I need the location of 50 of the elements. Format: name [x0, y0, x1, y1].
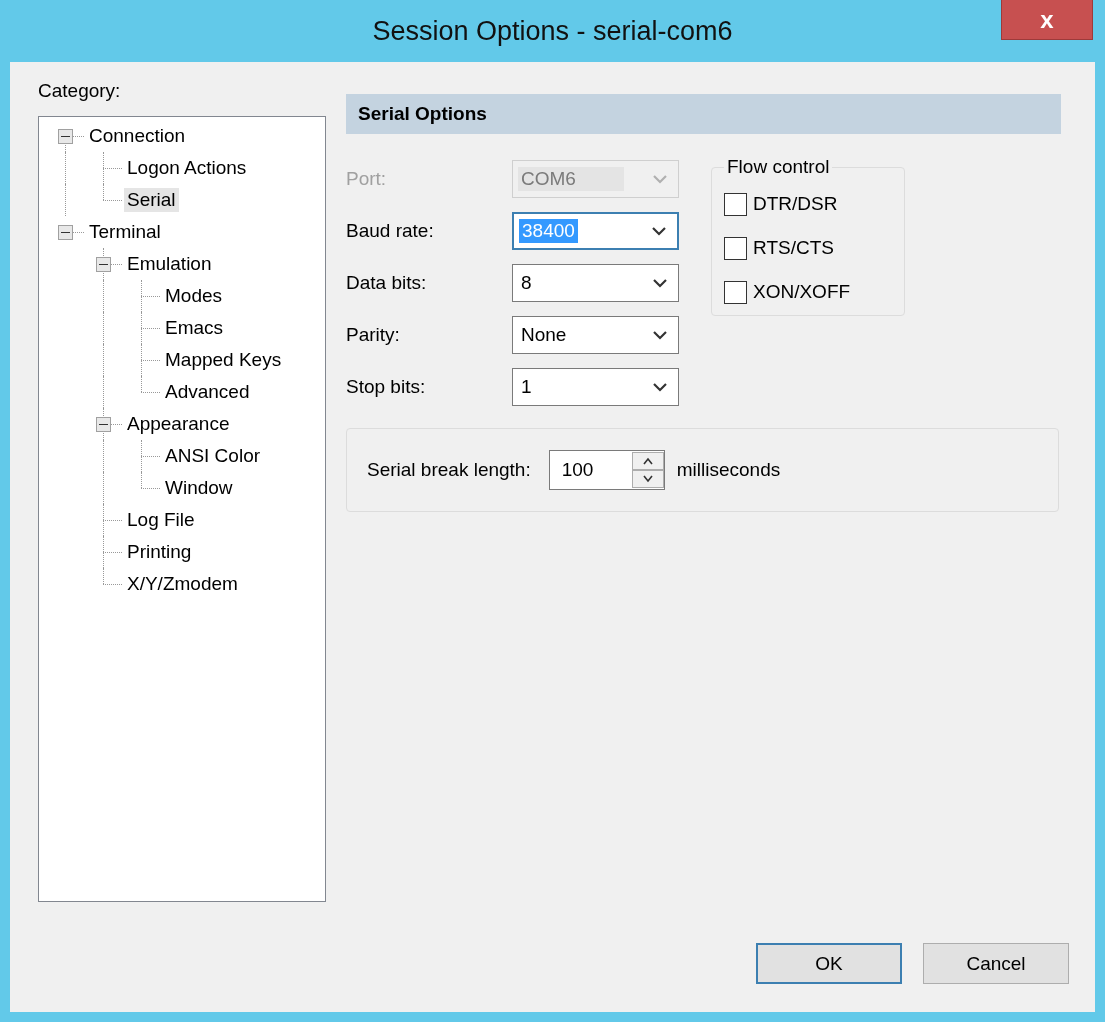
tree-item[interactable]: Log File: [124, 508, 198, 532]
checkbox-label: RTS/CTS: [753, 237, 834, 259]
dropdown[interactable]: 8: [512, 264, 679, 302]
field-label: Port:: [346, 168, 388, 190]
tree-item[interactable]: ANSI Color: [162, 444, 264, 468]
window-title: Session Options - serial-com6: [372, 15, 733, 47]
tree-item[interactable]: Serial: [124, 188, 179, 212]
checkbox-label: DTR/DSR: [753, 193, 838, 215]
tree-item[interactable]: Window: [162, 476, 236, 500]
spin-up-icon[interactable]: [631, 452, 664, 470]
unit-label: milliseconds: [676, 459, 781, 481]
checkbox[interactable]: [724, 236, 747, 260]
checkbox-label: XON/XOFF: [753, 281, 851, 303]
tree-item[interactable]: Mapped Keys: [162, 348, 285, 372]
ok-button[interactable]: OK: [756, 943, 902, 984]
tree-item[interactable]: Logon Actions: [124, 156, 250, 180]
field-label: Data bits:: [346, 272, 428, 294]
chevron-down-icon: [652, 278, 668, 288]
dropdown[interactable]: None: [512, 316, 679, 354]
tree-item[interactable]: Modes: [162, 284, 226, 308]
chevron-down-icon: [652, 382, 668, 392]
chevron-down-icon: [652, 330, 668, 340]
cancel-button[interactable]: Cancel: [923, 943, 1069, 984]
section-title: Serial Options: [358, 103, 487, 125]
chevron-down-icon: [652, 174, 668, 184]
tree-item[interactable]: Emulation: [124, 252, 215, 276]
group-title: Flow control: [726, 156, 831, 178]
field-label: Baud rate:: [346, 220, 435, 242]
tree-item[interactable]: Terminal: [86, 220, 164, 244]
tree-item[interactable]: X/Y/Zmodem: [124, 572, 241, 596]
tree-item[interactable]: Advanced: [162, 380, 253, 404]
tree-item[interactable]: Emacs: [162, 316, 227, 340]
number-spinner[interactable]: 100: [548, 450, 665, 490]
collapse-icon[interactable]: [96, 417, 111, 432]
category-label: Category:: [38, 80, 121, 102]
tree-item[interactable]: Connection: [86, 124, 189, 148]
spin-down-icon[interactable]: [631, 470, 664, 488]
collapse-icon[interactable]: [58, 225, 73, 240]
field-label: Stop bits:: [346, 376, 427, 398]
checkbox[interactable]: [724, 280, 747, 304]
collapse-icon[interactable]: [58, 129, 73, 144]
tree-item[interactable]: Printing: [124, 540, 195, 564]
checkbox[interactable]: [724, 192, 747, 216]
tree-item[interactable]: Appearance: [124, 412, 233, 436]
collapse-icon[interactable]: [96, 257, 111, 272]
close-button[interactable]: x: [1001, 0, 1093, 40]
field-label: Parity:: [346, 324, 401, 346]
dropdown[interactable]: 1: [512, 368, 679, 406]
chevron-down-icon: [651, 226, 667, 236]
field-label: Serial break length:: [367, 459, 531, 481]
